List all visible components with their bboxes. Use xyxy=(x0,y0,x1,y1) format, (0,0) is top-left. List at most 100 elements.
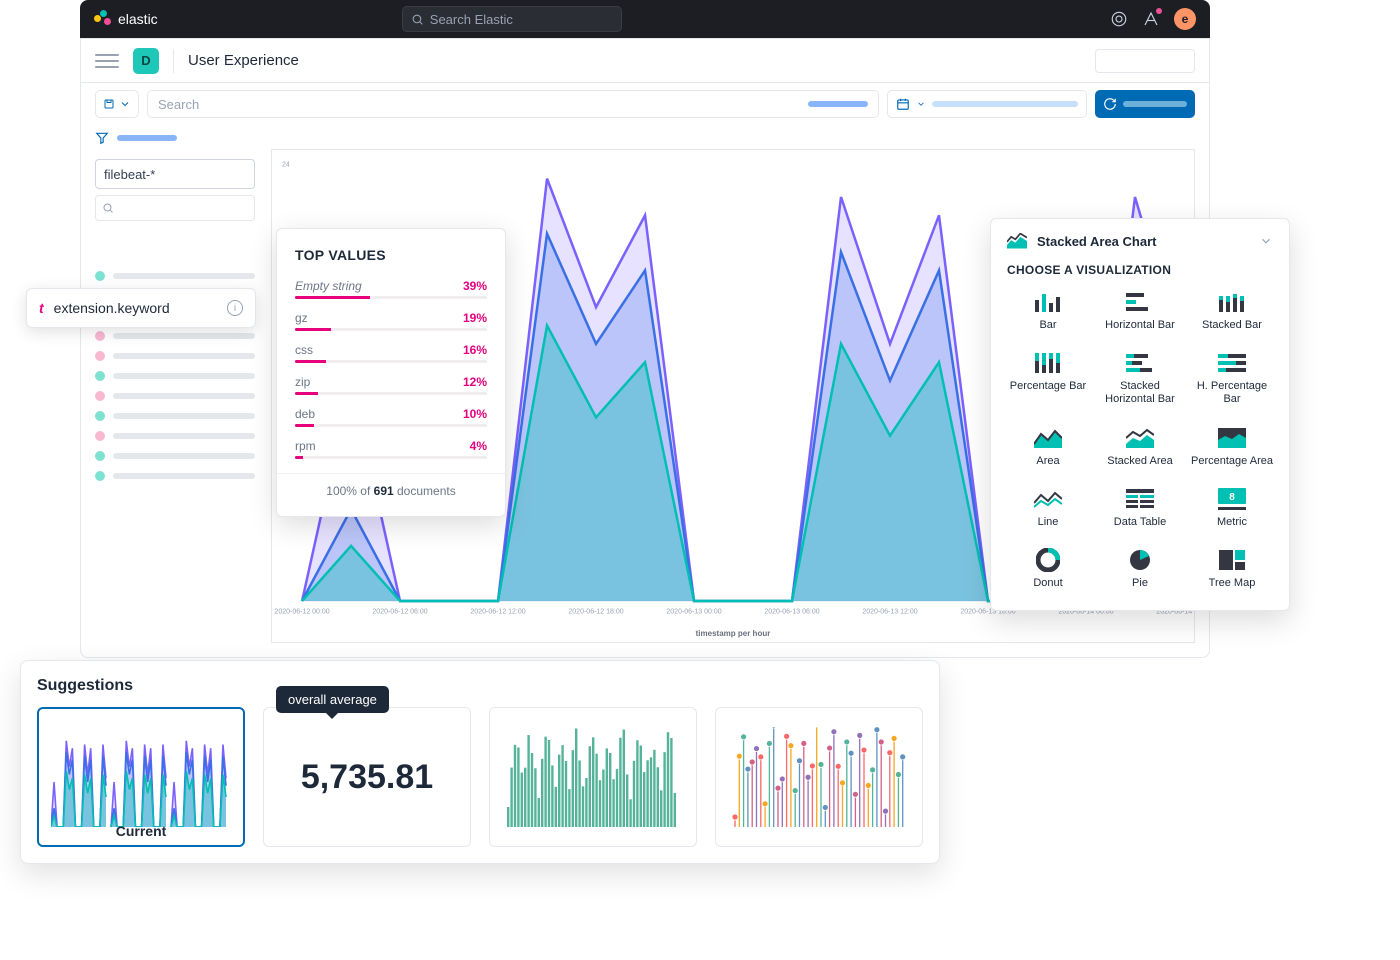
search-icon xyxy=(411,13,424,26)
metric-value: 5,735.81 xyxy=(301,758,433,797)
area-icon xyxy=(1033,427,1063,449)
bar-chart-icon xyxy=(503,727,683,827)
suggestion-scatter[interactable] xyxy=(715,707,923,847)
stacked-bar-icon xyxy=(1217,291,1247,313)
list-item[interactable] xyxy=(95,411,255,421)
top-value-row[interactable]: rpm4% xyxy=(295,439,487,459)
suggestion-metric[interactable]: overall average 5,735.81 xyxy=(263,707,471,847)
tree-map-icon xyxy=(1217,549,1247,571)
viz-option-donut[interactable]: Donut xyxy=(1007,549,1089,590)
svg-text:timestamp per hour: timestamp per hour xyxy=(696,629,772,638)
viz-option-h-percentage-bar[interactable]: H. Percentage Bar xyxy=(1191,352,1273,406)
calendar-icon xyxy=(896,97,910,111)
top-values-title: TOP VALUES xyxy=(295,247,487,263)
date-picker-button[interactable] xyxy=(887,90,1087,118)
svg-text:2020-06-12 00:00: 2020-06-12 00:00 xyxy=(274,607,329,615)
app-header: elastic Search Elastic e xyxy=(80,0,1210,38)
svg-text:2020-06-13 12:00: 2020-06-13 12:00 xyxy=(862,607,917,615)
svg-text:2020-06-12 18:00: 2020-06-12 18:00 xyxy=(568,607,623,615)
viz-option-pie[interactable]: Pie xyxy=(1099,549,1181,590)
viz-option-horizontal-bar[interactable]: Horizontal Bar xyxy=(1099,291,1181,332)
help-icon[interactable] xyxy=(1110,10,1128,28)
save-icon xyxy=(103,98,115,110)
viz-option-metric[interactable]: 8Metric xyxy=(1191,488,1273,529)
index-pattern-input[interactable] xyxy=(95,159,255,189)
app-badge[interactable]: D xyxy=(133,48,159,74)
field-chip[interactable]: t extension.keyword i xyxy=(26,288,256,328)
line-icon xyxy=(1033,488,1063,510)
viz-option-stacked-area[interactable]: Stacked Area xyxy=(1099,427,1181,468)
viz-option-stacked-bar[interactable]: Stacked Bar xyxy=(1191,291,1273,332)
viz-option-area[interactable]: Area xyxy=(1007,427,1089,468)
pie-icon xyxy=(1125,549,1155,571)
viz-option-stacked-horizontal-bar[interactable]: Stacked Horizontal Bar xyxy=(1099,352,1181,406)
suggestions-title: Suggestions xyxy=(37,677,923,695)
top-value-row[interactable]: zip12% xyxy=(295,375,487,395)
chevron-down-icon xyxy=(916,99,926,109)
donut-icon xyxy=(1033,549,1063,571)
top-value-row[interactable]: deb10% xyxy=(295,407,487,427)
percentage-bar-icon xyxy=(1033,352,1063,374)
refresh-button[interactable] xyxy=(1095,90,1195,118)
viz-option-percentage-bar[interactable]: Percentage Bar xyxy=(1007,352,1089,406)
bar-icon xyxy=(1033,291,1063,313)
list-item[interactable] xyxy=(95,391,255,401)
list-item[interactable] xyxy=(95,351,255,361)
data-table-icon xyxy=(1125,488,1155,510)
news-icon[interactable] xyxy=(1142,10,1160,28)
refresh-icon xyxy=(1103,97,1117,111)
viz-option-tree-map[interactable]: Tree Map xyxy=(1191,549,1273,590)
info-icon[interactable]: i xyxy=(227,300,243,316)
top-value-row[interactable]: Empty string39% xyxy=(295,279,487,299)
query-toolbar: Search xyxy=(81,83,1209,125)
list-item[interactable] xyxy=(95,331,255,341)
logo-icon xyxy=(94,10,112,28)
nav-toggle-icon[interactable] xyxy=(95,54,119,68)
svg-text:8: 8 xyxy=(1229,492,1235,503)
filter-icon[interactable] xyxy=(95,131,109,145)
field-search-input[interactable] xyxy=(95,195,255,221)
list-item[interactable] xyxy=(95,471,255,481)
brand-text: elastic xyxy=(118,11,158,27)
brand-logo[interactable]: elastic xyxy=(94,10,158,28)
suggestion-bar[interactable] xyxy=(489,707,697,847)
viz-option-percentage-area[interactable]: Percentage Area xyxy=(1191,427,1273,468)
top-values-popover: TOP VALUES Empty string39% gz19% css16% zip… xyxy=(276,228,506,517)
h-percentage-bar-icon xyxy=(1217,352,1247,374)
list-item[interactable] xyxy=(95,371,255,381)
list-item[interactable] xyxy=(95,271,255,281)
top-value-row[interactable]: css16% xyxy=(295,343,487,363)
svg-text:2020-06-12 06:00: 2020-06-12 06:00 xyxy=(372,607,427,615)
query-input[interactable]: Search xyxy=(147,90,879,118)
metric-icon: 8 xyxy=(1217,488,1247,510)
kql-toggle-button[interactable] xyxy=(95,90,139,118)
global-search-input[interactable]: Search Elastic xyxy=(402,6,622,32)
viz-subtitle: CHOOSE A VISUALIZATION xyxy=(1007,263,1273,277)
svg-text:2020-06-13 06:00: 2020-06-13 06:00 xyxy=(764,607,819,615)
chevron-down-icon xyxy=(119,98,131,110)
viz-option-line[interactable]: Line xyxy=(1007,488,1089,529)
list-item[interactable] xyxy=(95,451,255,461)
search-icon xyxy=(102,202,114,214)
top-value-row[interactable]: gz19% xyxy=(295,311,487,331)
filter-pill[interactable] xyxy=(117,135,177,141)
svg-text:24: 24 xyxy=(282,160,290,168)
header-action-placeholder[interactable] xyxy=(1095,49,1195,73)
stacked-area-icon xyxy=(1007,233,1027,249)
page-title: User Experience xyxy=(188,52,299,69)
field-chip-name: extension.keyword xyxy=(54,300,217,316)
suggestion-current[interactable]: Current xyxy=(37,707,245,847)
stacked-area-icon xyxy=(1125,427,1155,449)
percentage-area-icon xyxy=(1217,427,1247,449)
scatter-chart-icon xyxy=(729,727,909,827)
page-sub-header: D User Experience xyxy=(81,39,1209,83)
horizontal-bar-icon xyxy=(1125,291,1155,313)
top-values-footer: 100% of 691 documents xyxy=(277,473,505,498)
user-avatar[interactable]: e xyxy=(1174,8,1196,30)
viz-option-bar[interactable]: Bar xyxy=(1007,291,1089,332)
svg-text:2020-06-12 12:00: 2020-06-12 12:00 xyxy=(470,607,525,615)
visualization-picker: Stacked Area Chart CHOOSE A VISUALIZATIO… xyxy=(990,218,1290,611)
viz-current-button[interactable]: Stacked Area Chart xyxy=(1007,233,1273,249)
list-item[interactable] xyxy=(95,431,255,441)
viz-option-data-table[interactable]: Data Table xyxy=(1099,488,1181,529)
